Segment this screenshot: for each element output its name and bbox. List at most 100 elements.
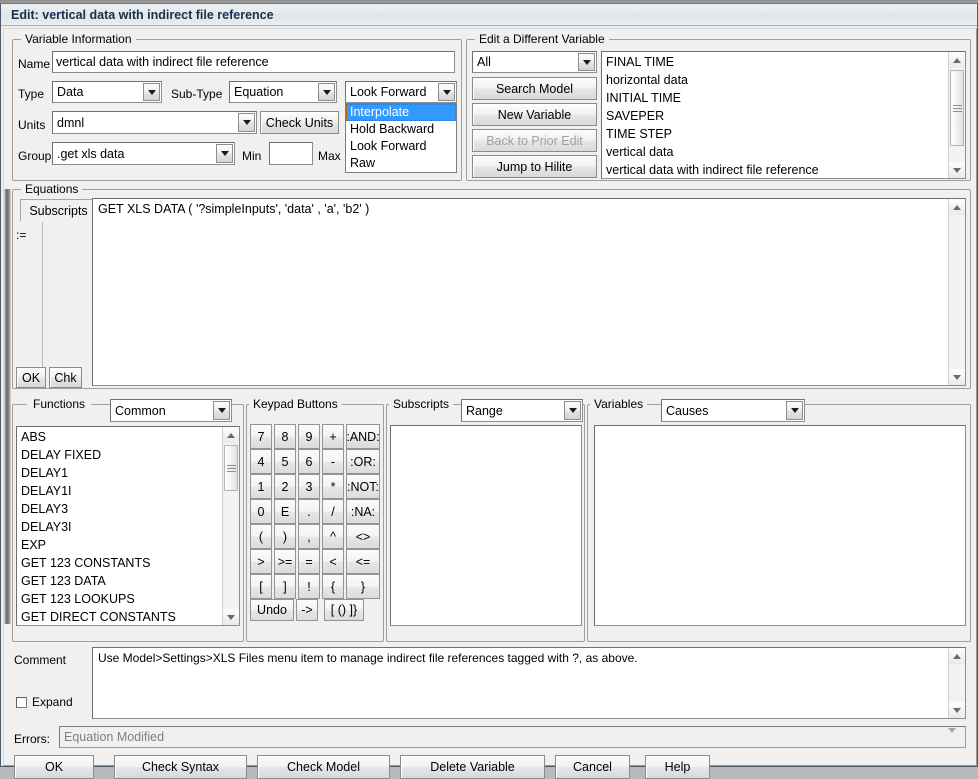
- chevron-down-icon[interactable]: [948, 728, 964, 746]
- keypad-button-e[interactable]: E: [274, 499, 296, 524]
- group-combo[interactable]: .get xls data: [52, 142, 235, 165]
- name-field[interactable]: vertical data with indirect file referen…: [52, 51, 455, 73]
- list-item[interactable]: INITIAL TIME: [602, 89, 947, 107]
- scroll-up-icon[interactable]: [949, 199, 965, 215]
- keypad-button-[interactable]: ]: [274, 574, 296, 599]
- list-item[interactable]: TIME STEP: [602, 125, 947, 143]
- keypad-button-[interactable]: ): [274, 524, 296, 549]
- list-item[interactable]: vertical data: [602, 143, 947, 161]
- units-combo[interactable]: dmnl: [52, 111, 257, 134]
- list-item[interactable]: GET 123 LOOKUPS: [17, 590, 221, 608]
- keypad-button-2[interactable]: 2: [274, 474, 296, 499]
- equation-chk-button[interactable]: Chk: [49, 367, 82, 388]
- keypad-button-[interactable]: -: [322, 449, 344, 474]
- keypad-button-[interactable]: <: [322, 549, 344, 574]
- scrollbar-thumb[interactable]: [950, 70, 964, 146]
- keypad-button-[interactable]: }: [346, 574, 380, 599]
- keypad-button-and[interactable]: :AND:: [346, 424, 380, 449]
- keypad-button-[interactable]: <>: [346, 524, 380, 549]
- keypad-button-[interactable]: <=: [346, 549, 380, 574]
- scroll-down-icon[interactable]: [949, 702, 965, 718]
- search-model-button[interactable]: Search Model: [472, 77, 597, 100]
- keypad-button-8[interactable]: 8: [274, 424, 296, 449]
- list-item[interactable]: DELAY3I: [17, 518, 221, 536]
- equation-editor-scrollbar[interactable]: [948, 199, 965, 385]
- subscripts-range-combo[interactable]: Range: [461, 399, 583, 422]
- equation-editor[interactable]: GET XLS DATA ( '?simpleInputs', 'data' ,…: [92, 198, 966, 386]
- keypad-button-9[interactable]: 9: [298, 424, 320, 449]
- chevron-down-icon[interactable]: [318, 83, 335, 101]
- variables-causes-combo[interactable]: Causes: [661, 399, 805, 422]
- variable-list[interactable]: FINAL TIME horizontal data INITIAL TIME …: [601, 51, 966, 179]
- subscripts-list[interactable]: [390, 425, 582, 626]
- list-item[interactable]: horizontal data: [602, 71, 947, 89]
- keypad-button-[interactable]: >: [250, 549, 272, 574]
- list-item[interactable]: DELAY1: [17, 464, 221, 482]
- interp-option-raw[interactable]: Raw: [346, 155, 456, 172]
- keypad-button-[interactable]: (: [250, 524, 272, 549]
- interp-option-hold-backward[interactable]: Hold Backward: [346, 121, 456, 138]
- jump-to-hilite-button[interactable]: Jump to Hilite: [472, 155, 597, 178]
- check-model-button[interactable]: Check Model: [257, 755, 390, 779]
- functions-list[interactable]: ABS DELAY FIXED DELAY1 DELAY1I DELAY3 DE…: [16, 426, 240, 626]
- variable-list-scrollbar[interactable]: [948, 52, 965, 178]
- chevron-down-icon[interactable]: [438, 83, 455, 101]
- list-item[interactable]: vertical data with indirect file referen…: [602, 161, 947, 179]
- cancel-button[interactable]: Cancel: [555, 755, 630, 779]
- keypad-button-[interactable]: *: [322, 474, 344, 499]
- list-item[interactable]: GET DIRECT CONSTANTS: [17, 608, 221, 626]
- check-units-button[interactable]: Check Units: [260, 111, 339, 134]
- keypad-button-[interactable]: !: [298, 574, 320, 599]
- list-item[interactable]: GET 123 CONSTANTS: [17, 554, 221, 572]
- functions-list-scrollbar[interactable]: [222, 427, 239, 625]
- new-variable-button[interactable]: New Variable: [472, 103, 597, 126]
- list-item[interactable]: EXP: [17, 536, 221, 554]
- keypad-button-5[interactable]: 5: [274, 449, 296, 474]
- help-button[interactable]: Help: [645, 755, 710, 779]
- scroll-up-icon[interactable]: [223, 427, 239, 443]
- variable-filter-combo[interactable]: All: [472, 51, 597, 73]
- scroll-down-icon[interactable]: [223, 609, 239, 625]
- comment-scrollbar[interactable]: [948, 648, 965, 718]
- keypad-button-na[interactable]: :NA:: [346, 499, 380, 524]
- keypad-button-[interactable]: .: [298, 499, 320, 524]
- keypad-button-[interactable]: [: [250, 574, 272, 599]
- scrollbar-thumb[interactable]: [224, 445, 238, 491]
- keypad-button-[interactable]: =: [298, 549, 320, 574]
- keypad-button-0[interactable]: 0: [250, 499, 272, 524]
- chevron-down-icon[interactable]: [564, 401, 581, 420]
- equation-ok-button[interactable]: OK: [16, 367, 46, 388]
- scroll-down-icon[interactable]: [949, 369, 965, 385]
- errors-field[interactable]: Equation Modified: [59, 726, 966, 748]
- chevron-down-icon[interactable]: [213, 401, 230, 420]
- keypad-button-6[interactable]: 6: [298, 449, 320, 474]
- list-item[interactable]: DELAY FIXED: [17, 446, 221, 464]
- subscripts-tab[interactable]: Subscripts: [20, 199, 97, 221]
- chevron-down-icon[interactable]: [216, 144, 233, 163]
- keypad-button-4[interactable]: 4: [250, 449, 272, 474]
- list-item[interactable]: SAVEPER: [602, 107, 947, 125]
- variables-list-panel[interactable]: [594, 425, 966, 626]
- interpolation-combo[interactable]: Look Forward: [345, 81, 457, 103]
- chevron-down-icon[interactable]: [143, 83, 160, 101]
- keypad-button-[interactable]: >=: [274, 549, 296, 574]
- min-field[interactable]: [269, 142, 313, 165]
- keypad-button-1[interactable]: 1: [250, 474, 272, 499]
- keypad-button-arrow[interactable]: ->: [296, 599, 318, 621]
- list-item[interactable]: FINAL TIME: [602, 53, 947, 71]
- keypad-button-not[interactable]: :NOT:: [346, 474, 380, 499]
- functions-filter-combo[interactable]: Common: [110, 399, 232, 422]
- list-item[interactable]: DELAY1I: [17, 482, 221, 500]
- keypad-button-[interactable]: +: [322, 424, 344, 449]
- list-item[interactable]: ABS: [17, 428, 221, 446]
- keypad-button-[interactable]: ,: [298, 524, 320, 549]
- keypad-button-undo[interactable]: Undo: [250, 599, 294, 621]
- keypad-button-[interactable]: ^: [322, 524, 344, 549]
- keypad-button-7[interactable]: 7: [250, 424, 272, 449]
- scroll-up-icon[interactable]: [949, 52, 965, 68]
- keypad-button-or[interactable]: :OR:: [346, 449, 380, 474]
- chevron-down-icon[interactable]: [238, 113, 255, 132]
- scroll-down-icon[interactable]: [949, 162, 965, 178]
- delete-variable-button[interactable]: Delete Variable: [400, 755, 545, 779]
- list-item[interactable]: GET 123 DATA: [17, 572, 221, 590]
